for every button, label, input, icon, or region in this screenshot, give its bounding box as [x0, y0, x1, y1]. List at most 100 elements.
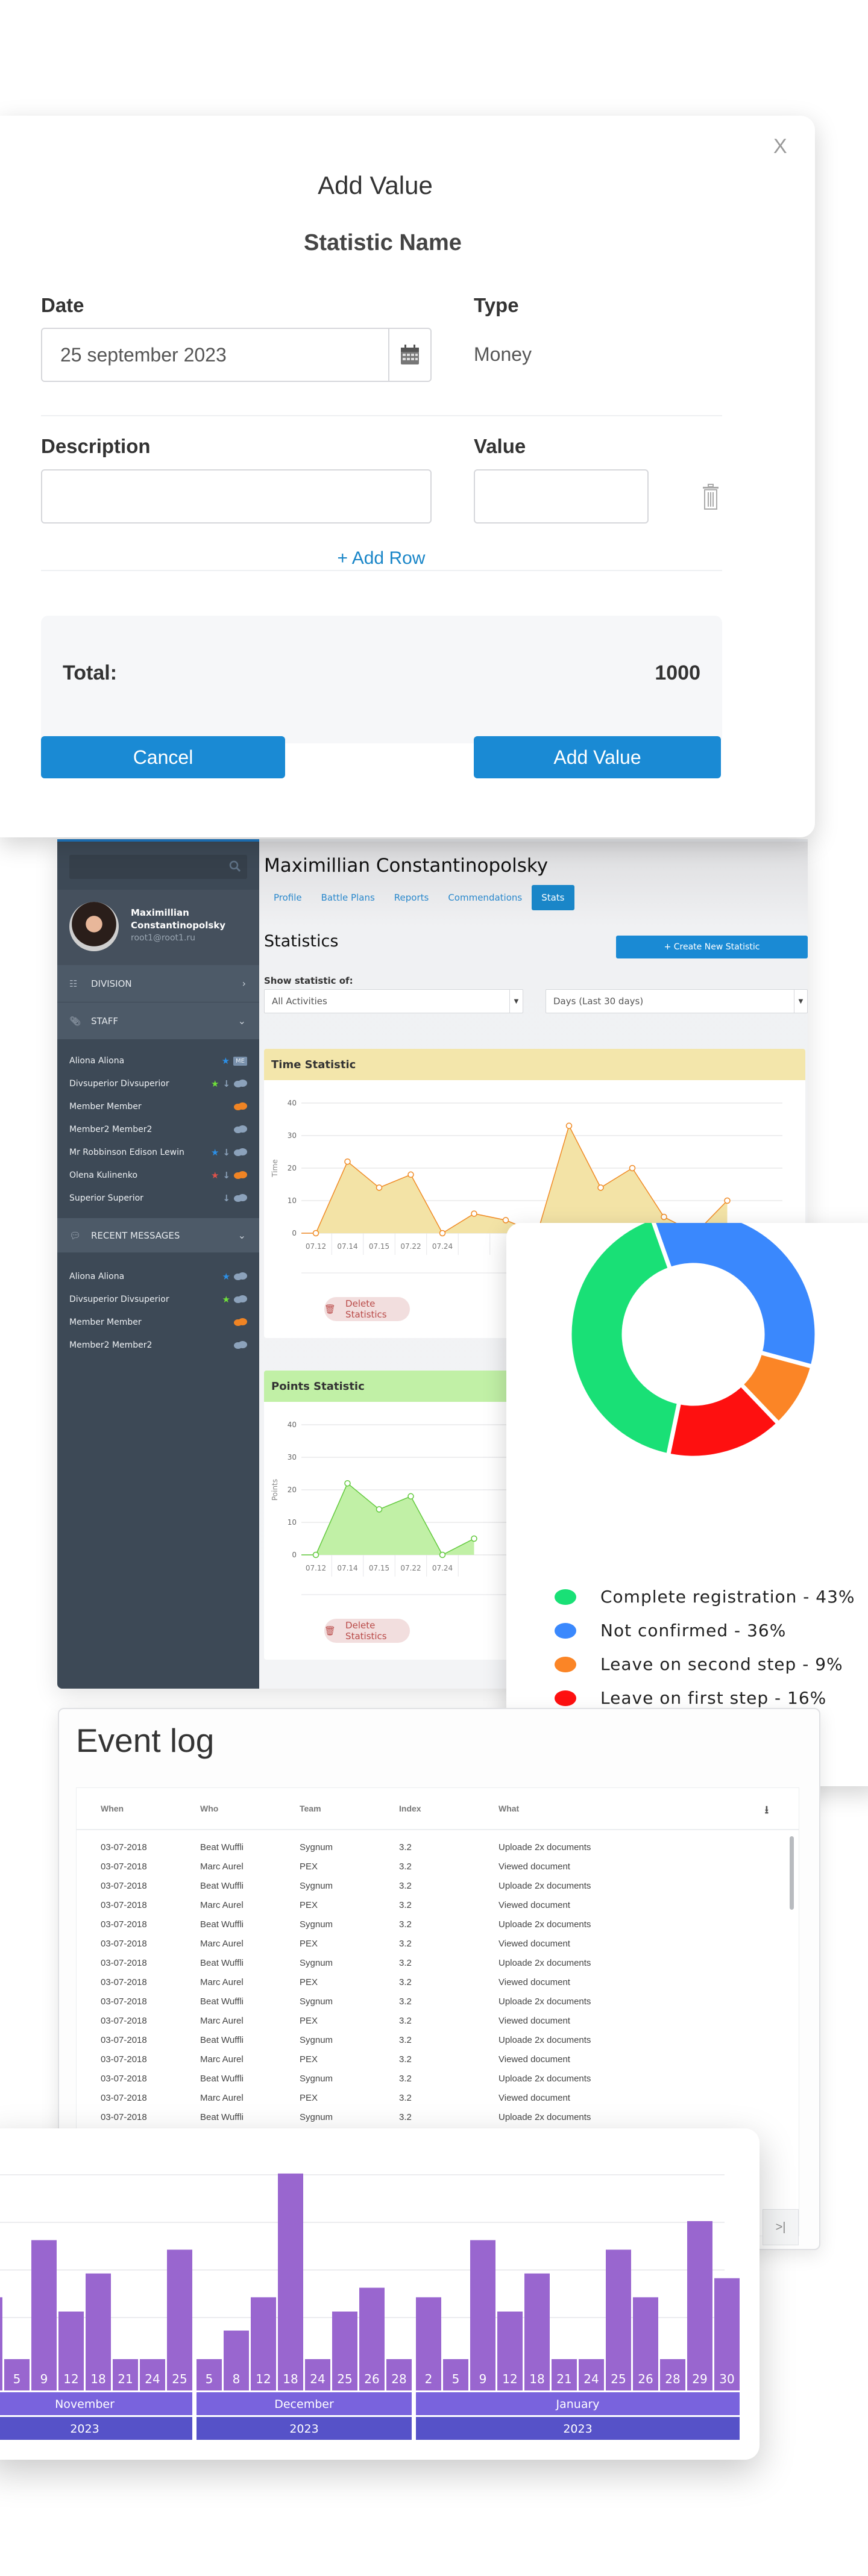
donut-slice-complete-registration[interactable] — [567, 1223, 682, 1458]
data-point[interactable] — [724, 1197, 731, 1204]
message-icon[interactable] — [234, 1318, 247, 1327]
column-header[interactable]: Who — [200, 1804, 300, 1813]
message-icon[interactable] — [234, 1193, 247, 1203]
message-icon[interactable] — [234, 1272, 247, 1281]
sidebar-search-input[interactable] — [69, 855, 247, 879]
table-cell: 03-07-2018 — [101, 2092, 147, 2103]
bar[interactable] — [470, 2240, 495, 2391]
tab-battle-plans[interactable]: Battle Plans — [312, 885, 385, 910]
bar[interactable] — [167, 2249, 192, 2390]
data-point[interactable] — [376, 1184, 383, 1191]
data-point[interactable] — [407, 1493, 414, 1500]
period-select[interactable]: Days (Last 30 days) ▼ — [546, 989, 808, 1013]
table-row[interactable]: 03-07-2018 Beat Wuffli Sygnum 3.2 Uploade 2x… — [77, 1876, 799, 1895]
message-icon[interactable] — [234, 1295, 247, 1304]
table-row[interactable]: 03-07-2018 Beat Wuffli Sygnum 3.2 Uploade 2x… — [77, 2030, 799, 2049]
value-input[interactable] — [474, 469, 649, 524]
sidebar-user-item[interactable]: Superior Superior ↓ — [57, 1187, 259, 1210]
tab-reports[interactable]: Reports — [385, 885, 439, 910]
download-icon[interactable]: ⭳ — [765, 1802, 769, 1821]
table-row[interactable]: 03-07-2018 Marc Aurel PEX 3.2 Viewed documen… — [77, 2049, 799, 2069]
table-row[interactable]: 03-07-2018 Beat Wuffli Sygnum 3.2 Uploade 2x… — [77, 1915, 799, 1934]
data-point[interactable] — [439, 1230, 446, 1237]
sidebar-user-item[interactable]: Aliona Aliona ★ — [57, 1265, 259, 1288]
table-row[interactable]: 03-07-2018 Marc Aurel PEX 3.2 Viewed documen… — [77, 2011, 799, 2030]
table-row[interactable]: 03-07-2018 Beat Wuffli Sygnum 3.2 Uploade 2x… — [77, 1953, 799, 1972]
type-label: Type — [474, 294, 519, 316]
data-point[interactable] — [629, 1165, 636, 1172]
data-point[interactable] — [312, 1230, 319, 1237]
data-point[interactable] — [565, 1122, 573, 1130]
column-header[interactable]: When — [101, 1804, 200, 1813]
column-header[interactable]: What — [498, 1804, 740, 1813]
message-icon[interactable] — [234, 1102, 247, 1111]
calendar-button[interactable] — [388, 329, 430, 381]
data-point[interactable] — [407, 1171, 414, 1178]
tab-profile[interactable]: Profile — [264, 885, 312, 910]
data-point[interactable] — [597, 1184, 604, 1191]
bar[interactable] — [31, 2240, 57, 2391]
delete-statistics-button[interactable]: 🗑︎ Delete Statistics — [324, 1297, 410, 1321]
donut-slice-not-confirmed[interactable] — [651, 1223, 819, 1369]
sidebar-user-item[interactable]: Member2 Member2 — [57, 1334, 259, 1357]
description-input[interactable] — [41, 469, 432, 524]
sidebar-user-item[interactable]: Mr Robbinson Edison Lewin ★ ↓ — [57, 1141, 259, 1164]
data-point[interactable] — [471, 1535, 477, 1542]
table-cell: 03-07-2018 — [101, 2073, 147, 2084]
data-point[interactable] — [471, 1210, 477, 1217]
delete-statistics-button[interactable]: 🗑︎ Delete Statistics — [324, 1619, 410, 1643]
data-point[interactable] — [344, 1158, 351, 1165]
scrollbar[interactable] — [790, 1836, 794, 1910]
bar[interactable] — [606, 2249, 631, 2390]
table-row[interactable]: 03-07-2018 Marc Aurel PEX 3.2 Viewed documen… — [77, 1895, 799, 1915]
add-value-button[interactable]: Add Value — [474, 736, 721, 778]
data-point[interactable] — [312, 1551, 319, 1558]
message-icon[interactable] — [234, 1079, 247, 1089]
message-icon[interactable] — [234, 1148, 247, 1157]
table-row[interactable]: 03-07-2018 Marc Aurel PEX 3.2 Viewed documen… — [77, 1857, 799, 1876]
tab-stats[interactable]: Stats — [532, 885, 574, 910]
table-row[interactable]: 03-07-2018 Marc Aurel PEX 3.2 Viewed documen… — [77, 1934, 799, 1953]
message-icon[interactable] — [234, 1340, 247, 1350]
cancel-button[interactable]: Cancel — [41, 736, 285, 778]
column-header[interactable]: Team — [300, 1804, 399, 1813]
table-row[interactable]: 03-07-2018 Beat Wuffli Sygnum 3.2 Uploade 2x… — [77, 2107, 799, 2127]
sidebar-user-item[interactable]: Member2 Member2 — [57, 1118, 259, 1141]
data-point[interactable] — [344, 1480, 351, 1487]
bar[interactable] — [278, 2173, 303, 2390]
sidebar-user-item[interactable]: Divsuperior Divsuperior ★ — [57, 1288, 259, 1311]
message-icon[interactable] — [234, 1171, 247, 1180]
last-page-button[interactable]: >| — [763, 2209, 799, 2245]
create-new-statistic-button[interactable]: + Create New Statistic — [616, 936, 808, 958]
sidebar-section-recent-messages[interactable]: 💬︎ RECENT MESSAGES ⌄ — [57, 1218, 259, 1253]
sidebar-section-staff[interactable]: 📎︎ STAFF ⌄ — [57, 1002, 259, 1040]
column-header[interactable]: Index — [399, 1804, 498, 1813]
sidebar-user-item[interactable]: Divsuperior Divsuperior ★ ↓ — [57, 1072, 259, 1095]
data-point[interactable] — [439, 1551, 446, 1558]
data-point[interactable] — [376, 1506, 383, 1513]
sidebar-user-item[interactable]: Member Member — [57, 1095, 259, 1118]
data-point[interactable] — [502, 1217, 509, 1224]
add-row-link[interactable]: + Add Row — [0, 548, 763, 569]
activity-select[interactable]: All Activities ▼ — [264, 989, 523, 1013]
bar[interactable] — [0, 2297, 2, 2390]
date-input[interactable]: 25 september 2023 — [41, 328, 432, 382]
table-row[interactable]: 03-07-2018 Beat Wuffli Sygnum 3.2 Uploade 2x… — [77, 1992, 799, 2011]
table-row[interactable]: 03-07-2018 Beat Wuffli Sygnum 3.2 Uploade 2x… — [77, 2069, 799, 2088]
sidebar-profile[interactable]: Maximillian Constantinopolsky root1@root… — [57, 890, 259, 965]
close-button[interactable]: X — [773, 135, 787, 158]
table-row[interactable]: 03-07-2018 Beat Wuffli Sygnum 3.2 Uploade 2x… — [77, 1837, 799, 1857]
table-row[interactable]: 03-07-2018 Marc Aurel PEX 3.2 Viewed documen… — [77, 2088, 799, 2107]
sidebar-user-item[interactable]: Olena Kulinenko ★ ↓ — [57, 1164, 259, 1187]
bar[interactable] — [687, 2221, 712, 2390]
sidebar-user-item[interactable]: Member Member — [57, 1311, 259, 1334]
message-icon[interactable] — [234, 1125, 247, 1134]
delete-row-icon[interactable] — [702, 484, 720, 510]
table-row[interactable]: 03-07-2018 Marc Aurel PEX 3.2 Viewed documen… — [77, 1972, 799, 1992]
sidebar-user-item[interactable]: Aliona Aliona ★ ME — [57, 1049, 259, 1072]
day-label: 25 — [611, 2372, 626, 2386]
sidebar-section-division[interactable]: ☷ DIVISION › — [57, 965, 259, 1002]
day-label: 28 — [665, 2372, 680, 2386]
tab-commendations[interactable]: Commendations — [438, 885, 532, 910]
data-point[interactable] — [661, 1213, 667, 1221]
